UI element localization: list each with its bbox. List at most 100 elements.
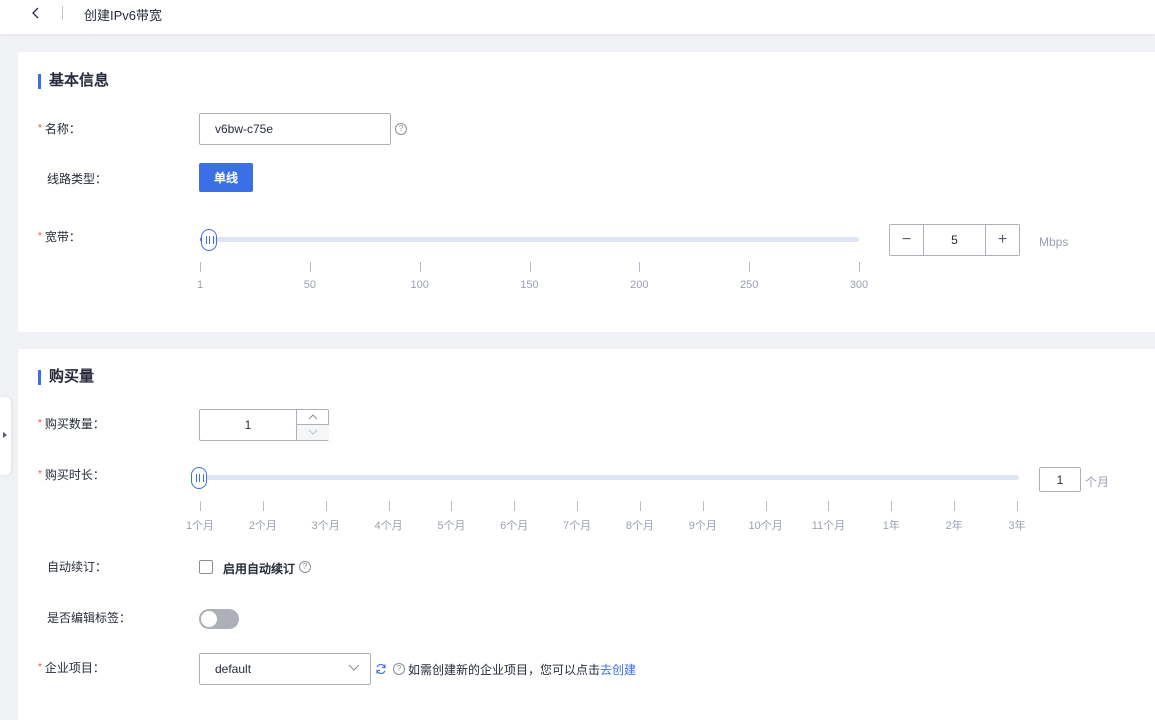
basic-info-card: 基本信息 *名称： ? 线路类型： 单线 *宽带： 15010015020025…	[18, 52, 1155, 332]
duration-tick-label[interactable]: 3个月	[306, 517, 346, 533]
help-icon[interactable]: ?	[393, 663, 405, 675]
bandwidth-tick-label[interactable]: 50	[290, 279, 330, 291]
duration-tick-mark	[828, 501, 830, 511]
back-arrow-icon[interactable]	[27, 3, 45, 23]
duration-tick-label[interactable]: 7个月	[557, 517, 597, 533]
bandwidth-label: * 宽带：	[38, 229, 81, 245]
bandwidth-tick-mark	[529, 262, 531, 272]
line-type-label: 线路类型：	[47, 172, 108, 186]
duration-tick-label[interactable]: 8个月	[620, 517, 660, 533]
section-title-purchase: 购买量	[38, 368, 94, 386]
auto-renew-checkbox[interactable]	[199, 560, 213, 574]
bandwidth-tick-mark	[419, 262, 421, 272]
duration-tick-mark	[954, 501, 956, 511]
bandwidth-value-input[interactable]	[923, 225, 986, 255]
quantity-spin	[296, 410, 329, 440]
required-mark: *	[38, 469, 42, 480]
duration-tick-label[interactable]: 4个月	[369, 517, 409, 533]
help-icon[interactable]: ?	[299, 561, 311, 573]
title-divider	[62, 6, 63, 20]
section-title-basic: 基本信息	[38, 72, 109, 90]
duration-tick-label[interactable]: 2年	[934, 517, 974, 533]
refresh-icon[interactable]	[375, 663, 387, 675]
create-enterprise-project-link[interactable]: 去创建	[600, 663, 636, 677]
chevron-down-icon	[348, 664, 360, 671]
duration-tick-mark	[514, 501, 516, 511]
bandwidth-slider-track[interactable]	[200, 237, 859, 242]
duration-slider-handle[interactable]	[191, 467, 207, 489]
duration-tick-label[interactable]: 6个月	[494, 517, 534, 533]
line-type-single-button[interactable]: 单线	[199, 163, 254, 192]
bandwidth-tick-mark	[749, 262, 751, 272]
chevron-up-icon	[308, 414, 318, 420]
quantity-up-button[interactable]	[297, 410, 329, 425]
quantity-label-text: 购买数量：	[44, 417, 105, 431]
quantity-label: * 购买数量：	[38, 416, 105, 432]
purchase-card: 购买量 *购买数量： *购买时长： 1个月2个月3个月4个月5个月6个月7个月8…	[18, 349, 1155, 720]
enterprise-project-label-text: 企业项目：	[44, 661, 105, 675]
required-mark: *	[38, 123, 42, 134]
duration-label-text: 购买时长：	[44, 468, 105, 482]
duration-tick-mark	[891, 501, 893, 511]
duration-tick-mark	[262, 501, 264, 511]
quantity-input[interactable]	[200, 410, 296, 440]
enterprise-project-select[interactable]: default	[199, 653, 371, 685]
name-label-text: 名称：	[44, 122, 81, 136]
duration-tick-label[interactable]: 9个月	[683, 517, 723, 533]
enterprise-project-value: default	[215, 662, 252, 676]
quantity-down-button[interactable]	[297, 425, 329, 440]
hint-text: 如需创建新的企业项目，您可以点击	[408, 663, 601, 677]
duration-tick-mark	[639, 501, 641, 511]
bandwidth-tick-mark	[200, 262, 201, 272]
duration-tick-mark	[388, 501, 390, 511]
duration-tick-label[interactable]: 2个月	[243, 517, 283, 533]
duration-tick-mark	[1017, 501, 1018, 511]
duration-tick-label[interactable]: 1个月	[180, 517, 220, 533]
bandwidth-slider-handle[interactable]	[200, 229, 217, 251]
auto-renew-checkbox-label[interactable]: 启用自动续订	[223, 560, 295, 577]
duration-tick-label[interactable]: 5个月	[431, 517, 471, 533]
enterprise-project-hint: 如需创建新的企业项目，您可以点击去创建	[408, 661, 636, 678]
required-mark: *	[38, 662, 42, 673]
bandwidth-label-text: 宽带：	[44, 230, 81, 244]
duration-tick-label[interactable]: 3年	[997, 517, 1037, 533]
duration-label: * 购买时长：	[38, 467, 105, 483]
duration-input[interactable]	[1039, 467, 1081, 492]
bandwidth-tick-mark	[859, 262, 860, 272]
required-mark: *	[38, 231, 42, 242]
bandwidth-tick-mark	[639, 262, 641, 272]
bandwidth-tick-label[interactable]: 300	[839, 279, 879, 291]
required-mark: *	[38, 418, 42, 429]
name-input[interactable]	[199, 113, 391, 145]
top-bar: 创建IPv6带宽	[0, 0, 1155, 34]
bandwidth-unit: Mbps	[1039, 235, 1069, 249]
bandwidth-tick-label[interactable]: 150	[510, 279, 550, 291]
duration-tick-mark	[765, 501, 767, 511]
edit-tag-label: 是否编辑标签：	[47, 611, 132, 625]
auto-renew-label: 自动续订：	[47, 560, 108, 574]
bandwidth-tick-mark	[309, 262, 311, 272]
help-icon[interactable]: ?	[395, 123, 407, 135]
side-panel-toggle[interactable]	[0, 397, 11, 475]
chevron-down-icon	[308, 429, 318, 435]
duration-tick-mark	[325, 501, 327, 511]
bandwidth-stepper: − +	[889, 224, 1020, 256]
bandwidth-tick-label[interactable]: 200	[619, 279, 659, 291]
bandwidth-tick-label[interactable]: 100	[400, 279, 440, 291]
duration-tick-mark	[577, 501, 579, 511]
duration-tick-mark	[702, 501, 704, 511]
bandwidth-tick-label[interactable]: 1	[180, 279, 220, 291]
duration-tick-mark	[200, 501, 201, 511]
duration-tick-label[interactable]: 11个月	[808, 517, 848, 533]
bandwidth-tick-label[interactable]: 250	[729, 279, 769, 291]
duration-tick-mark	[451, 501, 453, 511]
edit-tag-toggle[interactable]	[199, 609, 239, 629]
duration-tick-label[interactable]: 1年	[871, 517, 911, 533]
bandwidth-increment-button[interactable]: +	[986, 225, 1019, 255]
name-label: * 名称：	[38, 121, 81, 137]
bandwidth-decrement-button[interactable]: −	[890, 225, 923, 255]
duration-tick-label[interactable]: 10个月	[746, 517, 786, 533]
duration-unit: 个月	[1085, 475, 1110, 489]
enterprise-project-label: * 企业项目：	[38, 660, 105, 676]
duration-slider-track[interactable]	[192, 475, 1019, 480]
